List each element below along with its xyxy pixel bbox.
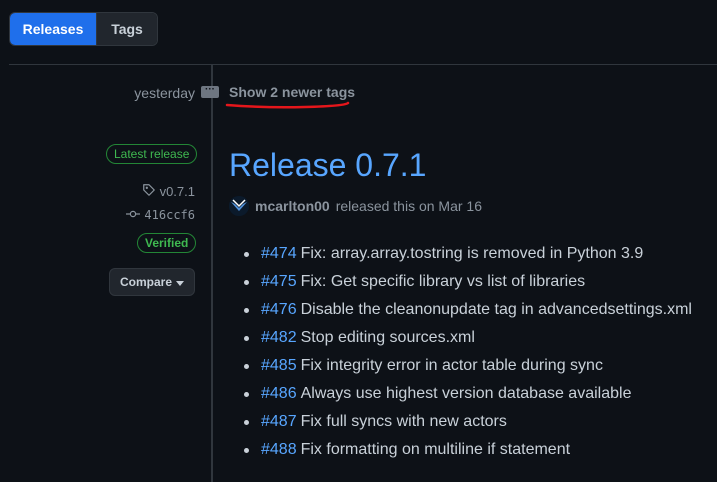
- caret-down-icon: [176, 275, 184, 289]
- red-annotation-underline: [225, 101, 350, 109]
- list-item: #486 Always use highest version database …: [244, 380, 692, 408]
- note-text: Fix full syncs with new actors: [300, 413, 507, 430]
- list-item: #476 Disable the cleanonupdate tag in adv…: [244, 296, 692, 324]
- pr-link[interactable]: #482: [261, 329, 297, 347]
- release-title-link[interactable]: Release 0.7.1: [229, 147, 426, 184]
- bullet-icon: [244, 335, 249, 341]
- commit-hash: 416ccf6: [144, 208, 195, 222]
- note-text: Fix: Get specific library vs list of lib…: [300, 273, 586, 290]
- bullet-icon: [244, 279, 249, 285]
- list-item: #488 Fix formatting on multiline if state…: [244, 436, 692, 464]
- releases-tab[interactable]: Releases: [10, 13, 96, 45]
- timeline-date: yesterday: [134, 85, 195, 101]
- pr-link[interactable]: #488: [261, 441, 297, 459]
- author-link[interactable]: mcarlton00: [255, 198, 330, 214]
- verified-badge[interactable]: Verified: [137, 233, 197, 253]
- git-commit-icon: [126, 208, 141, 222]
- bullet-icon: [244, 391, 249, 397]
- bullet-icon: [244, 251, 249, 257]
- pr-link[interactable]: #475: [261, 273, 297, 291]
- note-text: Always use highest version database avai…: [300, 385, 632, 402]
- note-text: Fix formatting on multiline if statement: [300, 441, 571, 458]
- release-author-line: mcarlton00 released this on Mar 16: [229, 196, 482, 216]
- divider: [9, 64, 717, 65]
- show-newer-tags-link[interactable]: Show 2 newer tags: [229, 84, 355, 100]
- compare-label: Compare: [119, 275, 172, 289]
- bullet-icon: [244, 307, 249, 313]
- note-text: Stop editing sources.xml: [300, 329, 475, 346]
- compare-button[interactable]: Compare: [109, 268, 195, 296]
- list-item: #475 Fix: Get specific library vs list of…: [244, 268, 692, 296]
- note-text: Fix: array.array.tostring is removed in …: [300, 245, 644, 262]
- pr-link[interactable]: #476: [261, 301, 297, 319]
- release-date-text: released this on Mar 16: [335, 198, 483, 214]
- tags-tab[interactable]: Tags: [96, 13, 157, 45]
- timeline-line: [211, 64, 213, 482]
- list-item: #485 Fix integrity error in actor table d…: [244, 352, 692, 380]
- release-commit[interactable]: 416ccf6: [126, 208, 195, 222]
- ellipsis-icon[interactable]: ···: [201, 85, 219, 98]
- list-item: #474 Fix: array.array.tostring is removed…: [244, 240, 692, 268]
- release-notes-list: #474 Fix: array.array.tostring is removed…: [244, 240, 692, 464]
- tag-label: v0.7.1: [159, 184, 195, 199]
- note-text: Fix integrity error in actor table durin…: [300, 357, 603, 374]
- tag-icon: [142, 183, 156, 200]
- releases-tags-toggle: Releases Tags: [9, 12, 158, 46]
- bullet-icon: [244, 363, 249, 369]
- latest-release-badge: Latest release: [106, 144, 198, 164]
- list-item: #487 Fix full syncs with new actors: [244, 408, 692, 436]
- bullet-icon: [244, 419, 249, 425]
- list-item: #482 Stop editing sources.xml: [244, 324, 692, 352]
- bullet-icon: [244, 447, 249, 453]
- release-tag[interactable]: v0.7.1: [142, 183, 195, 200]
- note-text: Disable the cleanonupdate tag in advance…: [300, 301, 692, 318]
- pr-link[interactable]: #474: [261, 245, 297, 263]
- pr-link[interactable]: #485: [261, 357, 297, 375]
- pr-link[interactable]: #487: [261, 413, 297, 431]
- pr-link[interactable]: #486: [261, 385, 297, 403]
- user-avatar[interactable]: [229, 196, 249, 216]
